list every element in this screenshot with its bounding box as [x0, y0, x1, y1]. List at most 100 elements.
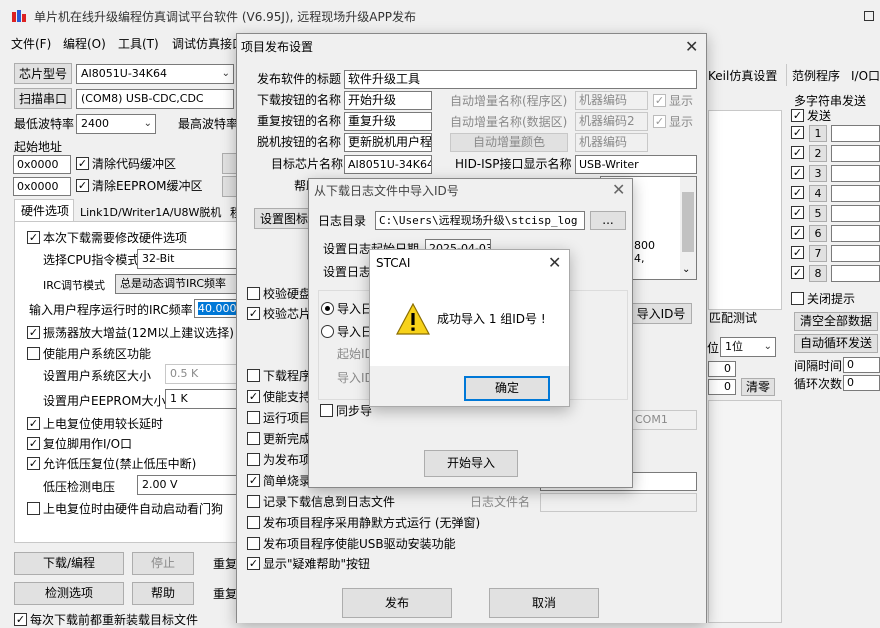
sw-title-input[interactable]: 软件升级工具 — [344, 70, 697, 89]
send-row-button[interactable]: 4 — [809, 185, 827, 202]
tab-keil[interactable]: Keil仿真设置 — [708, 68, 777, 84]
send-row-button[interactable]: 7 — [809, 245, 827, 262]
simple-burn-checkbox[interactable]: ✓ — [247, 474, 260, 487]
osc-amp-checkbox[interactable]: ✓ — [27, 326, 40, 339]
send-row-button[interactable]: 3 — [809, 165, 827, 182]
start-addr-input-1[interactable]: 0x0000 — [13, 155, 71, 174]
import-radio-2[interactable] — [321, 325, 334, 338]
auto-loop-button[interactable]: 自动循环发送 — [794, 334, 878, 353]
scan-port-button[interactable]: 扫描串口 — [14, 88, 72, 109]
static-run-checkbox[interactable] — [247, 516, 260, 529]
show2-checkbox[interactable]: ✓ — [653, 115, 666, 128]
send-row-input[interactable] — [831, 125, 880, 142]
chip-type-button[interactable]: 芯片型号 — [14, 63, 72, 84]
menu-tools[interactable]: 工具(T) — [118, 36, 159, 52]
close-icon[interactable]: ✕ — [685, 39, 698, 55]
verify-chip-checkbox[interactable]: ✓ — [247, 307, 260, 320]
stop-button[interactable]: 停止 — [132, 552, 194, 575]
reset-pin-checkbox[interactable]: ✓ — [27, 437, 40, 450]
zero-input-1[interactable]: 0 — [708, 361, 736, 377]
help-button[interactable]: 帮助 — [132, 582, 194, 605]
user-sys-size-select[interactable]: 0.5 K — [165, 364, 237, 384]
set-icon-button[interactable]: 设置图标 — [254, 208, 314, 229]
send-row-button[interactable]: 5 — [809, 205, 827, 222]
irc-mode-select[interactable]: 总是动态调节IRC频率 — [115, 274, 237, 294]
verify-hw-checkbox[interactable] — [247, 287, 260, 300]
reload-checkbox[interactable]: ✓ — [14, 613, 27, 626]
send-row-button[interactable]: 2 — [809, 145, 827, 162]
send-row-checkbox[interactable]: ✓ — [791, 126, 804, 139]
clear-all-button[interactable]: 清空全部数据 — [794, 312, 878, 331]
send-row-checkbox[interactable]: ✓ — [791, 226, 804, 239]
clear-eeprom-checkbox[interactable]: ✓ — [76, 179, 89, 192]
send-row-button[interactable]: 1 — [809, 125, 827, 142]
show-help-checkbox[interactable]: ✓ — [247, 557, 260, 570]
dl-btn-name-input[interactable]: 开始升级 — [344, 91, 432, 110]
send-row-input[interactable] — [831, 265, 880, 282]
chevron-down-icon[interactable]: ⌄ — [682, 262, 690, 278]
cpu-mode-select[interactable]: 32-Bit — [137, 249, 237, 269]
clear-zero-button[interactable]: 清零 — [741, 378, 775, 396]
auto-inc-color-button[interactable]: 自动增量颜色 — [450, 133, 568, 152]
port-select[interactable]: (COM8) USB-CDC,CDC — [76, 89, 234, 109]
hid-input[interactable]: USB-Writer — [575, 155, 697, 174]
enable-support-checkbox[interactable]: ✓ — [247, 390, 260, 403]
hw-modify-checkbox[interactable]: ✓ — [27, 231, 40, 244]
auto-inc-color-input[interactable]: 机器编码 — [575, 133, 648, 152]
publish-button[interactable]: 发布 — [342, 588, 452, 618]
download-button[interactable]: 下载/编程 — [14, 552, 124, 575]
zero-input-2[interactable]: 0 — [708, 379, 736, 395]
show1-checkbox[interactable]: ✓ — [653, 94, 666, 107]
target-chip-input[interactable]: AI8051U-34K64 — [344, 155, 432, 174]
scrollbar-thumb[interactable] — [682, 192, 694, 252]
send-row-input[interactable] — [831, 225, 880, 242]
start-addr-input-2[interactable]: 0x0000 — [13, 177, 71, 196]
loop-count-input[interactable]: 0 — [843, 375, 880, 391]
send-row-button[interactable]: 8 — [809, 265, 827, 282]
tab-io[interactable]: I/O口 — [851, 68, 880, 84]
com-select[interactable]: COM1 — [630, 410, 697, 430]
user-eeprom-select[interactable]: 1 K — [165, 389, 237, 409]
send-row-input[interactable] — [831, 205, 880, 222]
usb-driver-checkbox[interactable] — [247, 537, 260, 550]
offline-btn-name-input[interactable]: 更新脱机用户程 — [344, 133, 432, 152]
log-dl-checkbox[interactable] — [247, 495, 260, 508]
import-id-button[interactable]: 导入ID号 — [630, 303, 692, 324]
close-icon[interactable]: ✕ — [612, 182, 625, 198]
log-dir-input[interactable]: C:\Users\远程现场升级\stcisp_log — [375, 211, 585, 230]
sync-checkbox[interactable] — [320, 404, 333, 417]
bits-select[interactable]: 1位 ⌄ — [720, 337, 776, 357]
close-hint-checkbox[interactable] — [791, 292, 804, 305]
for-publish-checkbox[interactable] — [247, 453, 260, 466]
send-row-checkbox[interactable]: ✓ — [791, 266, 804, 279]
tab-link1d[interactable]: Link1D/Writer1A/U8W脱机 — [80, 205, 221, 221]
send-row-input[interactable] — [831, 185, 880, 202]
irc-freq-input[interactable]: 40.000 — [194, 299, 238, 318]
start-import-button[interactable]: 开始导入 — [424, 450, 518, 477]
send-row-input[interactable] — [831, 145, 880, 162]
tab-examples[interactable]: 范例程序 — [792, 68, 840, 84]
auto-inc-data-input[interactable]: 机器编码2 — [575, 112, 648, 131]
send-row-checkbox[interactable]: ✓ — [791, 146, 804, 159]
send-row-input[interactable] — [831, 245, 880, 262]
browse-button[interactable]: ... — [590, 211, 626, 230]
wdt-checkbox[interactable] — [27, 502, 40, 515]
send-row-button[interactable]: 6 — [809, 225, 827, 242]
menu-debug[interactable]: 调试仿真接口 — [172, 36, 244, 52]
close-icon[interactable]: ✕ — [548, 255, 561, 271]
maximize-icon[interactable] — [864, 11, 874, 21]
send-row-checkbox[interactable]: ✓ — [791, 186, 804, 199]
check-options-button[interactable]: 检测选项 — [14, 582, 124, 605]
clear-code-checkbox[interactable]: ✓ — [76, 157, 89, 170]
redo-btn-name-input[interactable]: 重复升级 — [344, 112, 432, 131]
auto-inc-prog-input[interactable]: 机器编码 — [575, 91, 648, 110]
menu-file[interactable]: 文件(F) — [11, 36, 51, 52]
power-delay-checkbox[interactable]: ✓ — [27, 417, 40, 430]
user-sys-checkbox[interactable] — [27, 347, 40, 360]
send-row-input[interactable] — [831, 165, 880, 182]
min-baud-select[interactable]: 2400 ⌄ — [76, 114, 156, 134]
send-all-checkbox[interactable]: ✓ — [791, 109, 804, 122]
update-done-checkbox[interactable] — [247, 432, 260, 445]
send-row-checkbox[interactable]: ✓ — [791, 246, 804, 259]
low-volt-select[interactable]: 2.00 V — [137, 475, 237, 495]
